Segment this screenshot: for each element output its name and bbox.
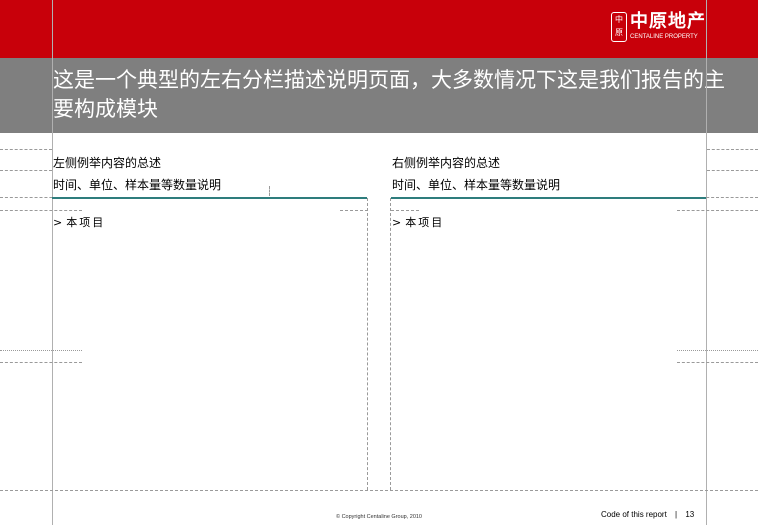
- page-number: 13: [685, 510, 695, 519]
- left-guide-line: [52, 0, 53, 525]
- guide-dash: [0, 149, 52, 150]
- guide-dash: [340, 210, 368, 211]
- guide-dash: [677, 210, 758, 211]
- page-info: Code of this report | 13: [601, 510, 694, 519]
- guide-dash: [0, 170, 52, 171]
- left-summary: 左侧例举内容的总述: [53, 156, 162, 170]
- footer-separator: |: [675, 510, 678, 519]
- left-bullet: > 本项目: [53, 216, 105, 229]
- column-divider: [390, 198, 391, 490]
- logo-seal: 中原: [611, 12, 627, 42]
- centaline-logo: 中原 中原地产 CENTALINE PROPERTY: [611, 11, 711, 45]
- guide-dash: [0, 490, 758, 491]
- left-bullet-text: 本项目: [66, 216, 106, 229]
- right-guide-line: [706, 0, 707, 525]
- guide-dash: [0, 210, 82, 211]
- logo-name-en: CENTALINE PROPERTY: [630, 34, 698, 40]
- right-bullet: > 本项目: [392, 216, 444, 229]
- copyright-text: © Copyright Centaline Group, 2010: [336, 514, 422, 520]
- guide-dot: [677, 350, 758, 351]
- guide-dot: [0, 350, 82, 351]
- column-divider: [367, 198, 368, 490]
- right-summary: 右侧例举内容的总述: [392, 156, 501, 170]
- guide-dash: [707, 149, 758, 150]
- guide-dash: [391, 210, 419, 211]
- left-underline: [52, 197, 367, 199]
- guide-dash: [0, 362, 82, 363]
- right-bullet-text: 本项目: [405, 216, 445, 229]
- right-subtitle: 时间、单位、样本量等数量说明: [392, 178, 561, 192]
- guide-dash: [677, 362, 758, 363]
- left-subtitle: 时间、单位、样本量等数量说明: [53, 178, 222, 192]
- logo-name-cn: 中原地产: [630, 11, 706, 32]
- bullet-marker: >: [53, 216, 63, 229]
- guide-dash: [707, 170, 758, 171]
- page-title: 这是一个典型的左右分栏描述说明页面，大多数情况下这是我们报告的主要构成模块: [53, 68, 725, 121]
- bullet-marker: >: [392, 216, 402, 229]
- report-code-label: Code of this report: [601, 510, 667, 519]
- right-underline: [391, 197, 706, 199]
- guide-tick: [269, 186, 270, 196]
